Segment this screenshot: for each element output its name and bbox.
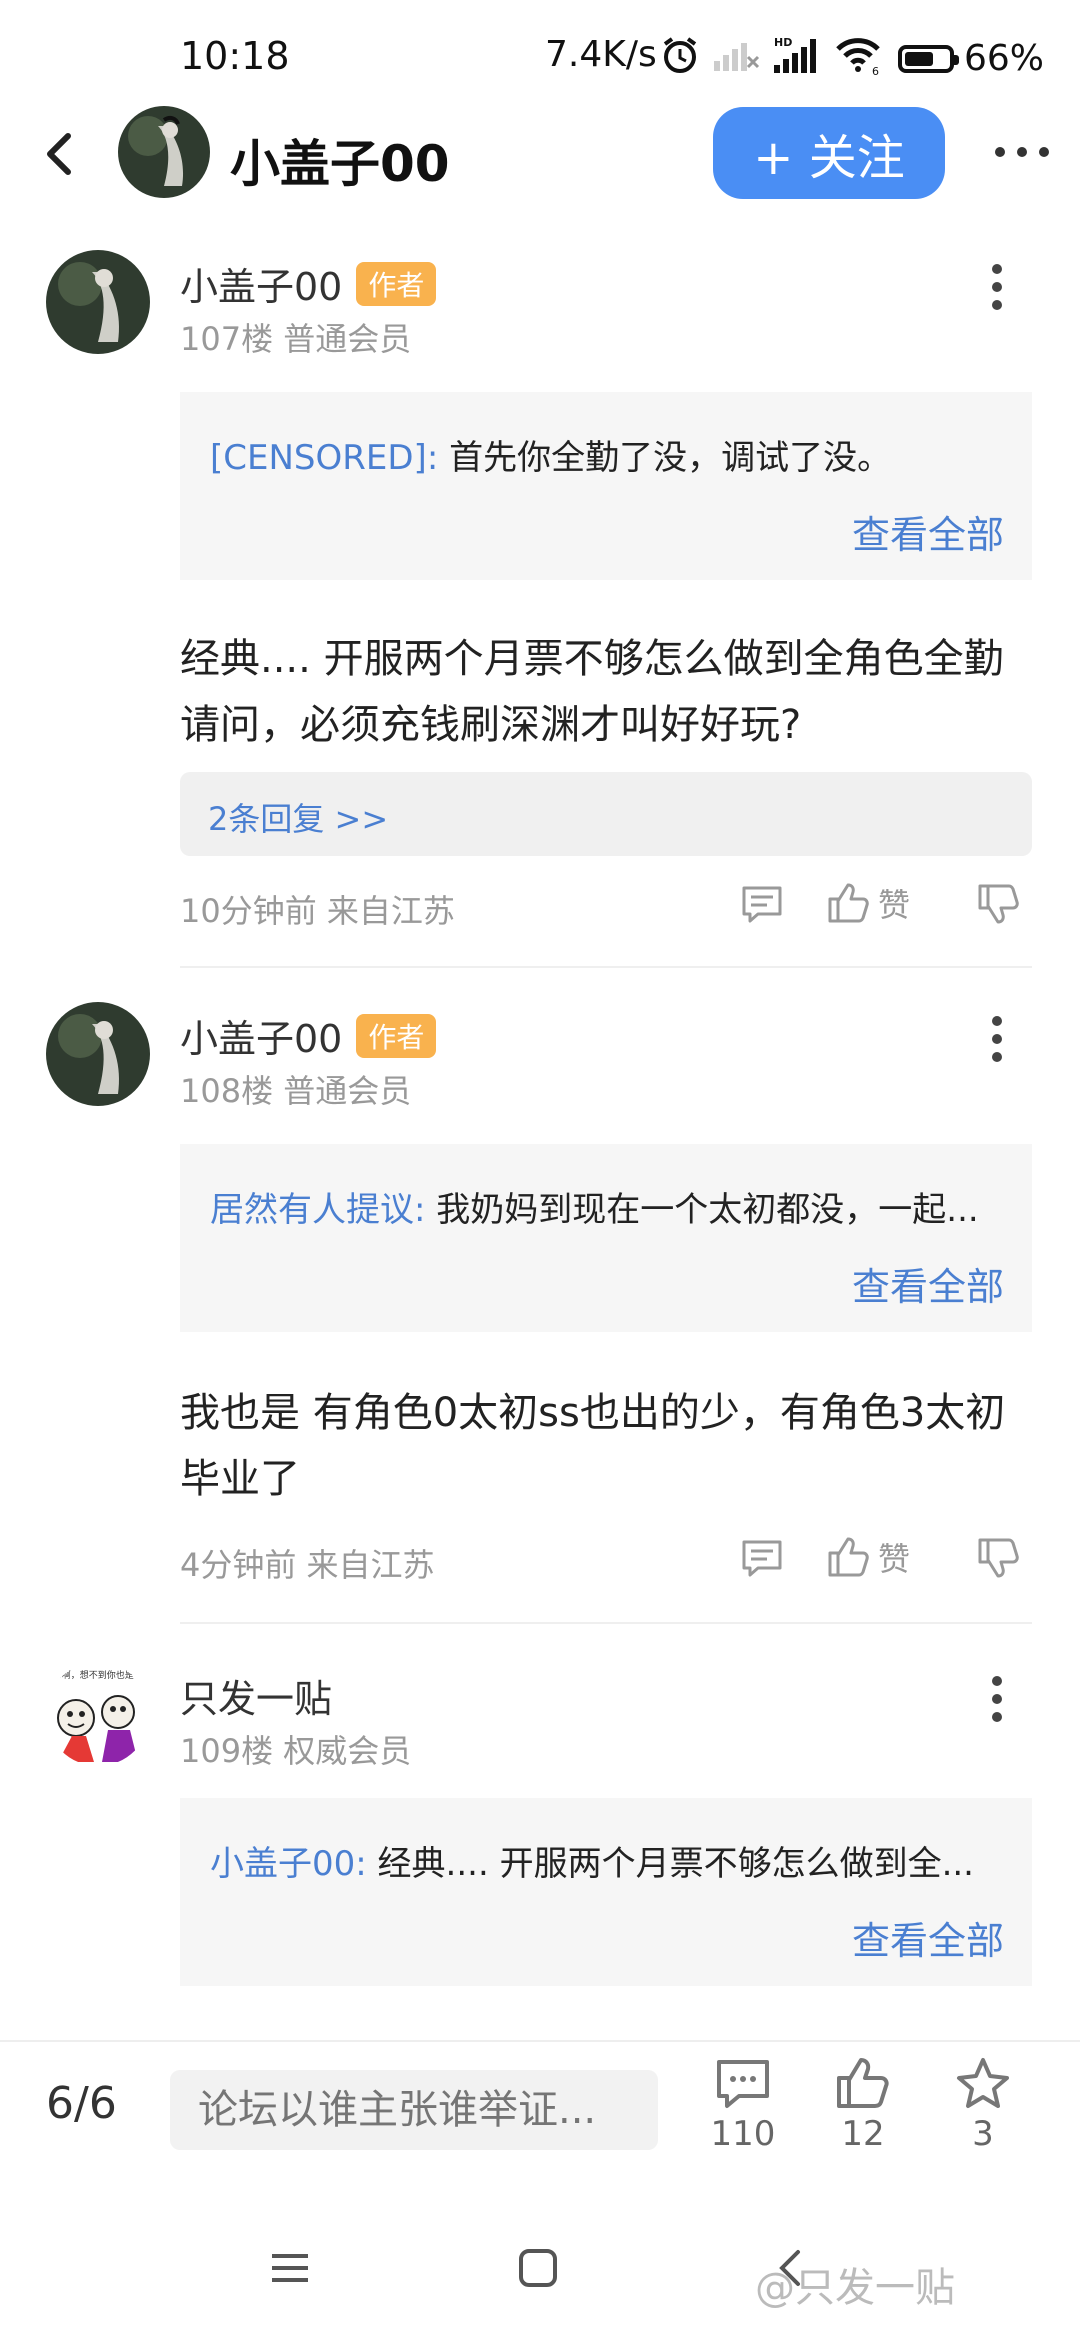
post-108: 小盖子00 作者 108楼 普通会员 居然有人提议: 我奶妈到现在一个太初都没，…: [0, 1002, 1080, 1622]
quote-text: 经典.... 开服两个月票不够怎么做到全...: [366, 1844, 974, 1884]
favorite-button[interactable]: 3: [933, 2056, 1033, 2154]
thumb-up-icon[interactable]: [826, 1535, 870, 1579]
star-icon: [957, 2058, 1009, 2108]
post-time: 10分钟前 来自江苏: [180, 892, 455, 930]
thread-header: 小盖子00 + 关注: [0, 100, 1080, 230]
header-avatar[interactable]: [118, 106, 210, 198]
author-name[interactable]: 小盖子00: [180, 1008, 342, 1063]
signal-hd-icon: HD: [774, 36, 816, 73]
comment-count: 110: [710, 2114, 776, 2154]
replies-label: 2条回复 >>: [208, 800, 389, 838]
kebab-icon[interactable]: [990, 1014, 1004, 1064]
post-time: 4分钟前 来自江苏: [180, 1546, 435, 1584]
wifi-icon: 6: [836, 38, 880, 75]
replies-link[interactable]: 2条回复 >>: [180, 772, 1032, 856]
floor-info: 108楼 普通会员: [180, 1072, 412, 1110]
back-icon[interactable]: [30, 124, 90, 184]
bottom-action-bar: 6/6 110 12 3: [0, 2040, 1080, 2172]
view-all-link[interactable]: 查看全部: [852, 1910, 1004, 1965]
kebab-icon[interactable]: [990, 262, 1004, 312]
post-body: 经典.... 开服两个月票不够怎么做到全角色全勤请问，必须充钱刷深渊才叫好好玩?: [180, 636, 1004, 748]
comment-icon: [717, 2060, 769, 2108]
like-label[interactable]: 赞: [878, 1534, 910, 1580]
battery-percent: 66%: [964, 38, 1045, 79]
author-badge: 作者: [356, 1013, 437, 1058]
quote-text: 首先你全勤了没，调试了没。: [438, 438, 892, 478]
author-badge: 作者: [356, 261, 437, 306]
quote-text: 我奶妈到现在一个太初都没，一起...: [425, 1190, 979, 1230]
comment-icon[interactable]: [740, 882, 784, 926]
view-all-link[interactable]: 查看全部: [852, 1256, 1004, 1311]
thumb-up-icon: [837, 2058, 889, 2108]
thumb-down-icon[interactable]: [976, 1536, 1020, 1580]
avatar[interactable]: [46, 250, 150, 354]
post-body: 我也是 有角色0太初ss也出的少，有角色3太初毕业了: [180, 1390, 1006, 1502]
like-count: 12: [841, 2114, 885, 2154]
svg-text:..啊，想不到你也是个宝..: ..啊，想不到你也是个宝..: [56, 1669, 150, 1681]
avatar[interactable]: ..啊，想不到你也是个宝..: [46, 1662, 150, 1766]
quoted-reply[interactable]: 小盖子00: 经典.... 开服两个月票不够怎么做到全... 查看全部: [180, 1798, 1032, 1986]
view-all-link[interactable]: 查看全部: [852, 504, 1004, 559]
like-button[interactable]: 12: [813, 2056, 913, 2154]
status-net-speed: 7.4K/s: [545, 34, 657, 75]
watermark: @只发一贴: [755, 2265, 955, 2311]
divider: [180, 966, 1032, 968]
comment-icon[interactable]: [740, 1536, 784, 1580]
quote-user[interactable]: 居然有人提议:: [210, 1190, 425, 1230]
post-109: ..啊，想不到你也是个宝.. 只发一贴 109楼 权威会员 小盖子00: 经典.…: [0, 1662, 1080, 2002]
thumb-up-icon[interactable]: [826, 881, 870, 925]
like-label[interactable]: 赞: [878, 880, 910, 926]
avatar[interactable]: [46, 1002, 150, 1106]
author-name[interactable]: 只发一贴: [180, 1668, 332, 1723]
battery-icon: [898, 44, 959, 73]
reply-input[interactable]: [170, 2070, 658, 2150]
divider: [180, 1622, 1032, 1624]
quote-user[interactable]: 小盖子00:: [210, 1844, 367, 1884]
status-bar: 10:18 7.4K/s HD 6 66%: [0, 0, 1080, 100]
follow-button[interactable]: + 关注: [713, 107, 945, 199]
home-icon[interactable]: [518, 2248, 558, 2288]
star-count: 3: [972, 2114, 994, 2154]
page-title: 小盖子00: [230, 135, 450, 193]
author-name[interactable]: 小盖子00: [180, 256, 342, 311]
alarm-icon: [663, 37, 697, 73]
floor-info: 107楼 普通会员: [180, 320, 412, 358]
thumb-down-icon[interactable]: [976, 882, 1020, 926]
signal-icon: [714, 43, 760, 71]
page-indicator[interactable]: 6/6: [46, 2078, 117, 2129]
quoted-reply[interactable]: [CENSORED]: 首先你全勤了没，调试了没。 查看全部: [180, 392, 1032, 580]
svg-text:HD: HD: [774, 36, 792, 49]
svg-text:6: 6: [872, 65, 879, 75]
more-icon[interactable]: [992, 144, 1052, 160]
status-time: 10:18: [180, 34, 290, 78]
post-107: 小盖子00 作者 107楼 普通会员 [CENSORED]: 首先你全勤了没，调…: [0, 250, 1080, 970]
kebab-icon[interactable]: [990, 1674, 1004, 1724]
quote-user[interactable]: [CENSORED]:: [210, 438, 438, 478]
quoted-reply[interactable]: 居然有人提议: 我奶妈到现在一个太初都没，一起... 查看全部: [180, 1144, 1032, 1332]
floor-info: 109楼 权威会员: [180, 1732, 412, 1770]
comments-button[interactable]: 110: [693, 2056, 793, 2154]
menu-icon[interactable]: [270, 2248, 310, 2288]
